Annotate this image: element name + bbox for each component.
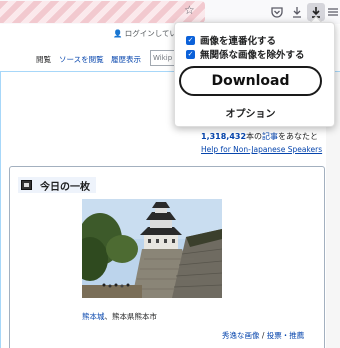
panel-header: 今日の一枚: [18, 177, 96, 193]
image-icon: [21, 180, 32, 190]
url-bar[interactable]: [0, 1, 205, 23]
downloads-icon[interactable]: [288, 3, 306, 21]
photo-caption: 熊本城、熊本県熊本市: [82, 312, 157, 321]
castle-photo[interactable]: [82, 199, 222, 298]
article-count: 1,318,432本の記事をあなたと: [201, 132, 319, 141]
download-button[interactable]: Download: [179, 66, 322, 96]
articles-link[interactable]: 記事: [262, 132, 278, 141]
sequential-numbering-option[interactable]: ✓ 画像を連番化する: [186, 33, 276, 47]
panel-title: 今日の一枚: [40, 181, 90, 193]
help-non-japanese-link[interactable]: Help for Non-Japanese Speakers: [201, 145, 322, 154]
tab-read[interactable]: 閲覧: [36, 54, 51, 65]
vote-nominate-link[interactable]: 投票・推薦: [267, 331, 305, 340]
tab-view-source[interactable]: ソースを閲覧: [59, 54, 104, 65]
browser-toolbar: ☆: [0, 0, 340, 24]
checkbox-checked-icon[interactable]: ✓: [186, 49, 195, 59]
star-icon[interactable]: ☆: [184, 3, 195, 17]
checkbox-checked-icon[interactable]: ✓: [186, 35, 195, 45]
kumamoto-castle-link[interactable]: 熊本城: [82, 312, 105, 321]
picture-of-the-day-panel: 今日の一枚 熊本城、熊本県熊本市 秀逸な画像 / 投票・推薦: [9, 166, 325, 348]
user-icon: 👤: [113, 29, 123, 38]
panel-footer-links: 秀逸な画像 / 投票・推薦: [222, 331, 305, 340]
exclude-unrelated-option[interactable]: ✓ 無関係な画像を除外する: [186, 47, 305, 61]
download-extension-popup: ✓ 画像を連番化する ✓ 無関係な画像を除外する Download オプション: [174, 22, 335, 127]
hamburger-menu-icon[interactable]: [326, 3, 340, 21]
tab-history[interactable]: 履歴表示: [111, 54, 141, 65]
options-link[interactable]: オプション: [175, 105, 326, 120]
pocket-icon[interactable]: [268, 3, 286, 21]
content-border: [0, 72, 1, 348]
featured-pictures-link[interactable]: 秀逸な画像: [222, 331, 260, 340]
